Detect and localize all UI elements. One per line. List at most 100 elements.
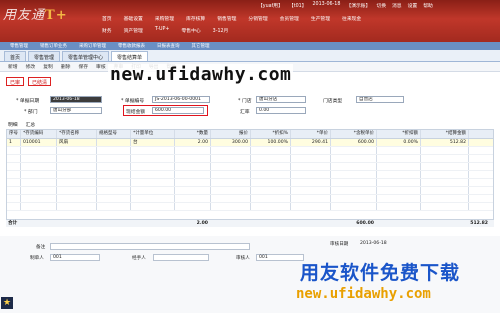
table-row[interactable]: ............ xyxy=(7,195,493,203)
menu-sales[interactable]: 销售管理 xyxy=(211,15,242,22)
table-cell[interactable]: 512.82 xyxy=(421,139,469,146)
table-cell[interactable]: 100.00% xyxy=(251,139,291,146)
help-link[interactable]: 帮助 xyxy=(423,2,433,9)
maker-field: 001 xyxy=(50,254,100,261)
table-cell[interactable]: 0.00% xyxy=(377,139,421,146)
tab-retail-settlement[interactable]: 零售结算单 xyxy=(111,51,149,61)
menu-assets[interactable]: 资产管理 xyxy=(118,27,149,34)
message-link[interactable]: 消息 xyxy=(392,2,402,9)
save-button[interactable]: 保存 xyxy=(78,63,88,70)
code-label: * 单据编号 xyxy=(121,99,145,104)
col-header[interactable]: *结算金额 xyxy=(421,130,469,138)
col-header[interactable]: *数量 xyxy=(175,130,211,138)
col-header[interactable]: *含税单价 xyxy=(331,130,377,138)
dept-field[interactable]: 唐山分部 xyxy=(50,107,102,114)
menu-home[interactable]: 首页 xyxy=(96,15,118,22)
col-header[interactable]: *折扣额 xyxy=(377,130,421,138)
menu-period[interactable]: 3-12月 xyxy=(207,27,235,34)
grid-totals: 合计 2.00 600.00 512.82 xyxy=(6,219,494,227)
table-row[interactable]: ............ xyxy=(7,187,493,195)
table-cell[interactable] xyxy=(97,139,131,146)
table-cell[interactable]: 台 xyxy=(131,139,175,146)
table-cell[interactable]: 600.00 xyxy=(331,139,377,146)
subnav-item[interactable]: 其它管理 xyxy=(192,43,210,49)
delete-button[interactable]: 删除 xyxy=(61,63,71,70)
memo-label: 备注 xyxy=(36,245,46,250)
tab-detail[interactable]: 明细 xyxy=(6,121,20,128)
table-cell[interactable]: 风扇 xyxy=(57,139,97,146)
maker-label: 制单人 xyxy=(30,256,44,261)
menu-basic-settings[interactable]: 基础设置 xyxy=(118,15,149,22)
audit-date-label: 审核日期 xyxy=(330,242,349,247)
document-tabs: 首页 零售管理 零售单管理中心 零售结算单 xyxy=(0,50,500,62)
switch-link[interactable]: 切换 xyxy=(376,2,386,9)
table-row[interactable]: ............ xyxy=(7,203,493,211)
store-field[interactable]: 唐山分店 xyxy=(256,96,306,103)
copy-button[interactable]: 复制 xyxy=(43,63,53,70)
table-row[interactable]: ............ xyxy=(7,163,493,171)
table-row[interactable]: ............ xyxy=(7,179,493,187)
menu-inventory[interactable]: 库存核算 xyxy=(180,15,211,22)
menu-members[interactable]: 会员管理 xyxy=(274,15,305,22)
rate-field[interactable]: 0.00 xyxy=(256,107,306,114)
main-menu: 首页 基础设置 采购管理 库存核算 销售管理 分销管理 会员管理 生产管理 往来… xyxy=(96,15,367,22)
memo-field[interactable] xyxy=(50,243,250,250)
col-header[interactable]: 报价 xyxy=(211,130,251,138)
store-label: * 门店 xyxy=(238,99,252,104)
col-header[interactable]: 序号 xyxy=(7,130,21,138)
settled-badge: 已结清 xyxy=(28,77,52,86)
col-header[interactable]: 规格型号 xyxy=(97,130,131,138)
table-row[interactable]: ............ xyxy=(7,147,493,155)
user-info: 【yuaf用】 xyxy=(258,4,283,9)
ad-banner-url: new.ufidawhy.com xyxy=(296,286,431,302)
col-header[interactable]: *计量单位 xyxy=(131,130,175,138)
menu-distribution[interactable]: 分销管理 xyxy=(242,15,273,22)
tab-home[interactable]: 首页 xyxy=(4,51,27,61)
menu-purchase[interactable]: 采购管理 xyxy=(149,15,180,22)
menu-finance[interactable]: 财务 xyxy=(96,27,118,34)
store-type-field[interactable]: 自营店 xyxy=(356,96,404,103)
menu-retail[interactable]: 零售中心 xyxy=(175,27,206,34)
subnav-item[interactable]: 日报表查询 xyxy=(157,43,180,49)
col-header[interactable]: *折扣% xyxy=(251,130,291,138)
menu-production[interactable]: 生产管理 xyxy=(305,15,336,22)
settings-link[interactable]: 设置 xyxy=(408,2,418,9)
menu-tup[interactable]: T-UP+ xyxy=(149,27,176,34)
total-amount: 600.00 xyxy=(356,221,374,226)
star-icon[interactable]: ★ xyxy=(1,297,13,309)
store-type-label: 门店类型 xyxy=(323,99,343,104)
sub-navigation: 零售管理 销售订单业务 采购订单管理 零售收款报表 日报表查询 其它管理 xyxy=(0,42,500,50)
detail-subtabs: 明细 汇总 xyxy=(6,121,37,128)
date-field[interactable]: 2013-06-18 xyxy=(50,96,102,103)
highlight-box xyxy=(123,105,208,116)
table-cell: 1 xyxy=(7,139,21,146)
col-header[interactable]: *单价 xyxy=(291,130,331,138)
ad-banner-text: 用友软件免费下载 xyxy=(300,262,461,284)
audited-badge: 已审 xyxy=(6,77,25,86)
col-header[interactable]: *存货名称 xyxy=(57,130,97,138)
subnav-item[interactable]: 零售收款报表 xyxy=(118,43,145,49)
table-cell[interactable]: 010001 xyxy=(21,139,57,146)
table-cell[interactable]: 290.41 xyxy=(291,139,331,146)
app-logo: 用友通T+ xyxy=(3,8,68,23)
dept-label: * 部门 xyxy=(24,110,38,115)
edit-button[interactable]: 修改 xyxy=(26,63,36,70)
tab-retail-center[interactable]: 零售单管理中心 xyxy=(62,51,110,61)
table-row[interactable]: ............ xyxy=(7,171,493,179)
table-row[interactable]: 1 010001 风扇 台 2.00 300.00 100.00% 290.41… xyxy=(7,139,493,147)
code-field[interactable]: JS-2013-06-00-0001 xyxy=(152,96,210,103)
table-row[interactable]: ............ xyxy=(7,155,493,163)
audit-button[interactable]: 审核 xyxy=(96,63,106,70)
tab-summary[interactable]: 汇总 xyxy=(24,121,38,128)
login-date: 2013-06-18 xyxy=(312,2,341,7)
subnav-item[interactable]: 销售订单业务 xyxy=(40,43,67,49)
tab-retail-management[interactable]: 零售管理 xyxy=(28,51,61,61)
new-button[interactable]: 新增 xyxy=(8,63,18,70)
table-cell[interactable]: 300.00 xyxy=(211,139,251,146)
subnav-item[interactable]: 采购订单管理 xyxy=(79,43,106,49)
col-header[interactable]: *存货编码 xyxy=(21,130,57,138)
table-cell[interactable]: 2.00 xyxy=(175,139,211,146)
menu-cash[interactable]: 往来现金 xyxy=(336,15,367,22)
manager-field[interactable] xyxy=(153,254,209,261)
subnav-item[interactable]: 零售管理 xyxy=(10,43,28,49)
